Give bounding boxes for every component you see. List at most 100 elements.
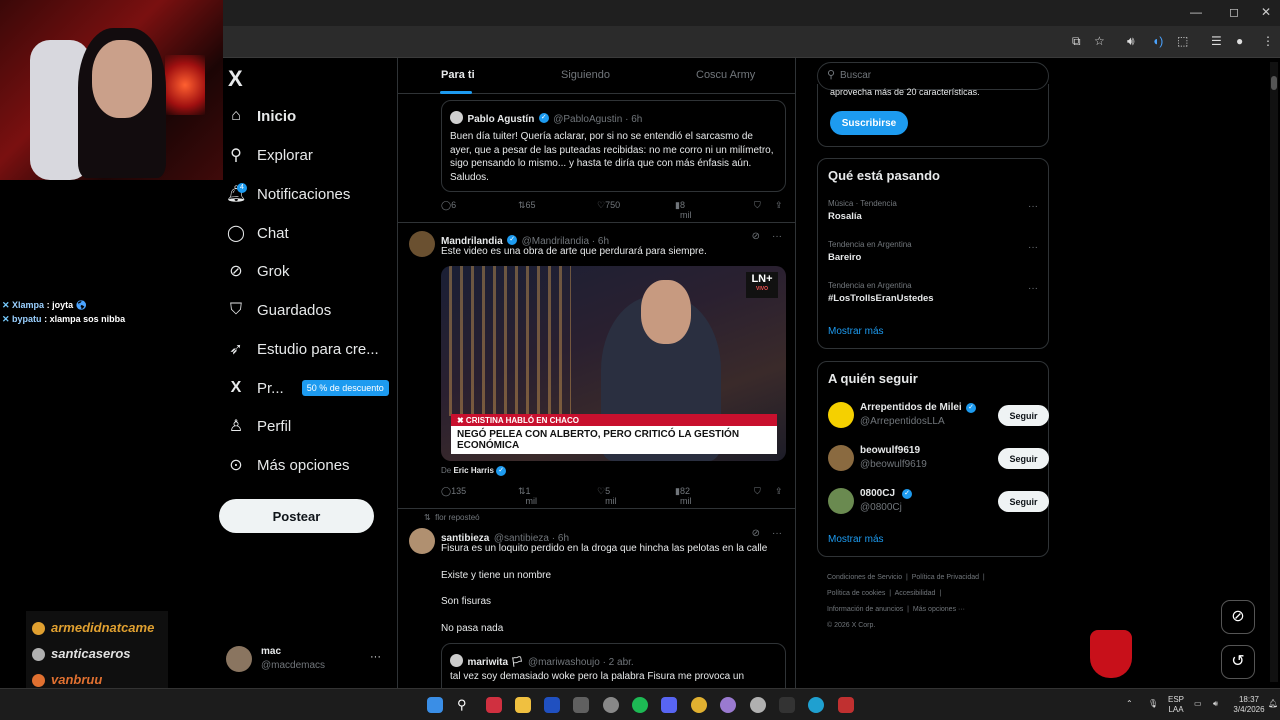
follow-button[interactable]: Seguir <box>998 491 1049 512</box>
bookmark-icon[interactable]: ⛉ <box>754 486 761 497</box>
network-icon[interactable]: ▭ <box>1194 699 1202 709</box>
trends-show-more-link[interactable]: Mostrar más <box>828 326 884 337</box>
grok-icon[interactable]: ⊘ <box>752 528 760 539</box>
app-icon[interactable] <box>750 697 766 713</box>
sidebar-item-premium[interactable]: X Pr... 50 % de descuento <box>226 373 389 403</box>
views-button[interactable]: ▮ 82 mil <box>675 486 691 506</box>
bookmark-star-icon[interactable]: ☆ <box>1094 34 1105 48</box>
extensions-icon[interactable]: ⬚ <box>1177 34 1188 48</box>
follow-button[interactable]: Seguir <box>998 405 1049 426</box>
tab-siguiendo[interactable]: Siguiendo <box>561 69 610 81</box>
scrollbar[interactable] <box>1270 62 1278 682</box>
avatar[interactable] <box>409 231 435 257</box>
app-icon[interactable] <box>720 697 736 713</box>
sidebar-item-estudio[interactable]: ➶ Estudio para cre... <box>226 334 378 364</box>
notifications-icon[interactable]: 🔔︎ <box>1268 699 1278 709</box>
app-icon[interactable] <box>544 697 560 713</box>
app-icon[interactable] <box>838 697 854 713</box>
audio-playing-icon[interactable]: ◖) <box>1152 34 1163 48</box>
repost-button[interactable]: ⇅ 65 <box>518 200 536 211</box>
share-icon[interactable]: ⇪ <box>775 486 783 497</box>
tray-chevron-icon[interactable]: ⌃ <box>1126 699 1133 709</box>
like-button[interactable]: ♡ 750 <box>597 200 620 211</box>
chat-message: ✕ Xlampa : joyta 🌎︎ <box>2 300 88 310</box>
quoted-tweet[interactable]: Pablo Agustín ✓ @PabloAgustin · 6h Buen … <box>441 100 786 192</box>
footer-link[interactable]: Política de cookies <box>827 590 885 597</box>
app-icon[interactable] <box>486 697 502 713</box>
browser-menu-icon[interactable]: ⋮ <box>1262 34 1274 48</box>
x-logo[interactable]: X <box>228 66 243 92</box>
chrome-icon[interactable] <box>691 697 707 713</box>
bookmark-icon[interactable]: ⛉ <box>754 200 761 211</box>
tweet-video[interactable]: LN+ VIVO ✖ CRISTINA HABLÓ EN CHACO NEGÓ P… <box>441 266 786 461</box>
follow-show-more-link[interactable]: Mostrar más <box>828 534 884 545</box>
like-button[interactable]: ♡ 5 mil <box>597 486 617 506</box>
grok-floating-icon[interactable]: ⊘ <box>1221 600 1255 634</box>
follow-suggestion[interactable]: Arrepentidos de Milei ✓ @ArrepentidosLLA… <box>828 400 1050 430</box>
footer-link[interactable]: Condiciones de Servicio <box>827 574 902 581</box>
refresh-floating-icon[interactable]: ↺ <box>1221 645 1255 679</box>
more-icon[interactable]: ··· <box>772 528 782 539</box>
scrollbar-thumb[interactable] <box>1271 76 1277 90</box>
install-app-icon[interactable]: ⧉ <box>1072 34 1081 49</box>
maximize-button[interactable]: ◻ <box>1224 5 1244 19</box>
media-author[interactable]: Eric Harris <box>453 466 493 475</box>
follow-suggestion[interactable]: beowulf9619 @beowulf9619 Seguir <box>828 443 1050 473</box>
footer-link[interactable]: Política de Privacidad <box>912 574 979 581</box>
search-icon: ⚲ <box>230 147 242 164</box>
post-button[interactable]: Postear <box>219 499 374 533</box>
sidebar-item-explorar[interactable]: ⚲ Explorar <box>226 140 313 170</box>
grok-icon[interactable]: ⊘ <box>752 231 760 242</box>
more-icon[interactable]: ··· <box>1028 201 1038 212</box>
tab-coscu-army[interactable]: Coscu Army <box>696 69 755 81</box>
footer-link[interactable]: Accesibilidad <box>895 590 936 597</box>
close-button[interactable]: ✕ <box>1256 5 1276 19</box>
windows-start-icon[interactable] <box>427 697 443 713</box>
sidebar-item-grok[interactable]: ⊘ Grok <box>226 256 289 286</box>
more-icon[interactable]: ··· <box>772 231 782 242</box>
more-icon[interactable]: ··· <box>1028 242 1038 253</box>
sidebar-item-mas-opciones[interactable]: ⊙ Más opciones <box>226 450 349 480</box>
account-more-icon[interactable]: ··· <box>370 651 381 663</box>
file-explorer-icon[interactable] <box>515 697 531 713</box>
follow-button[interactable]: Seguir <box>998 448 1049 469</box>
trend-item[interactable]: Tendencia en Argentina Bareiro ··· <box>828 240 1038 263</box>
edge-icon[interactable] <box>808 697 824 713</box>
views-button[interactable]: ▮ 8 mil <box>675 200 691 220</box>
clock[interactable]: 18:37 3/4/2026 <box>1232 695 1266 715</box>
spotify-icon[interactable] <box>632 697 648 713</box>
sidebar-item-inicio[interactable]: ⌂ Inicio <box>226 101 296 131</box>
sidebar-item-perfil[interactable]: ♙ Perfil <box>226 411 291 441</box>
reply-button[interactable]: ◯ 6 <box>441 200 456 211</box>
app-icon[interactable] <box>779 697 795 713</box>
share-icon[interactable]: ⇪ <box>775 200 783 211</box>
avatar <box>226 646 252 672</box>
trend-item[interactable]: Tendencia en Argentina #LosTrollsEranUst… <box>828 281 1038 304</box>
sidebar-item-guardados[interactable]: ⛉ Guardados <box>226 295 331 325</box>
volume-icon[interactable]: 🔊︎ <box>1213 699 1218 709</box>
language-indicator[interactable]: ESP LAA <box>1168 695 1184 715</box>
discord-icon[interactable] <box>661 697 677 713</box>
quoted-tweet[interactable]: mariwita 🏳 @mariwashoujo · 2 abr. tal ve… <box>441 643 786 688</box>
footer-link[interactable]: Información de anuncios <box>827 606 903 613</box>
volume-icon[interactable]: 🔊︎ <box>1127 34 1135 49</box>
footer-link[interactable]: Más opciones ··· <box>913 606 965 613</box>
obs-icon[interactable] <box>603 697 619 713</box>
profile-avatar-icon[interactable]: ● <box>1236 34 1243 48</box>
search-icon[interactable]: ⚲ <box>457 697 473 713</box>
follow-suggestion[interactable]: 0800CJ ✓ @0800Cj Seguir <box>828 486 1050 516</box>
reply-button[interactable]: ◯ 135 <box>441 486 466 497</box>
microphone-icon[interactable]: 🎙︎ <box>1148 699 1158 709</box>
app-icon[interactable] <box>573 697 589 713</box>
more-icon[interactable]: ··· <box>1028 283 1038 294</box>
subscribe-button[interactable]: Suscribirse <box>830 111 908 135</box>
avatar[interactable] <box>409 528 435 554</box>
trend-item[interactable]: Música · Tendencia Rosalía ··· <box>828 199 1038 222</box>
minimize-button[interactable]: — <box>1186 5 1206 19</box>
media-controls-icon[interactable]: ☰ <box>1211 34 1222 48</box>
account-switcher[interactable]: mac @macdemacs ··· <box>226 644 386 676</box>
tab-para-ti[interactable]: Para ti <box>441 69 475 81</box>
repost-button[interactable]: ⇅ 1 mil <box>518 486 537 506</box>
sidebar-item-chat[interactable]: ◯ Chat <box>226 218 289 248</box>
bookmark-icon: ⛉ <box>229 301 242 318</box>
